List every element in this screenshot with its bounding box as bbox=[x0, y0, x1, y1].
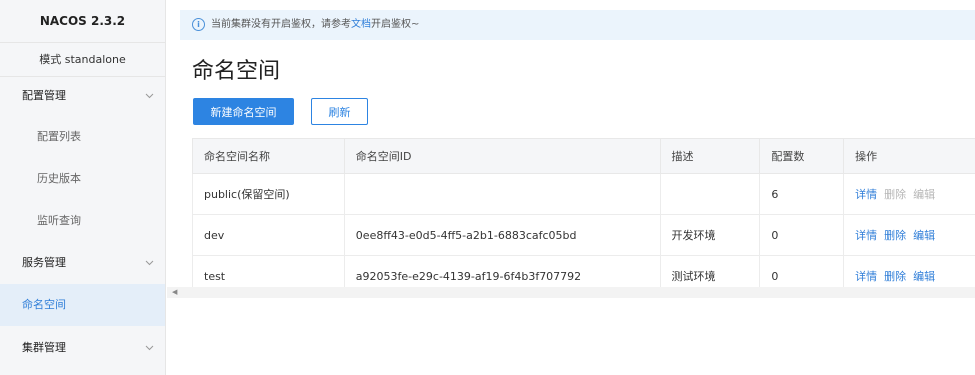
namespace-id: 0ee8ff43-e0d5-4ff5-a2b1-6883cafc05bd bbox=[343, 214, 661, 256]
row-actions: 详情 删除 编辑 bbox=[843, 214, 975, 256]
delete-link[interactable]: 删除 bbox=[884, 270, 906, 283]
notice-text-after: 开启鉴权~ bbox=[371, 19, 420, 30]
sidebar-group-config[interactable]: 配置管理 bbox=[0, 76, 165, 116]
sidebar-group-cluster[interactable]: 集群管理 bbox=[0, 328, 165, 368]
namespace-desc: 开发环境 bbox=[659, 214, 761, 256]
namespace-id bbox=[343, 173, 661, 215]
mode-label: 模式 standalone bbox=[0, 43, 165, 77]
detail-link[interactable]: 详情 bbox=[855, 270, 877, 283]
sidebar-item-config-list[interactable]: 配置列表 bbox=[0, 116, 165, 158]
namespace-desc bbox=[659, 173, 761, 215]
app-title: NACOS 2.3.2 bbox=[0, 0, 165, 43]
namespace-name: dev bbox=[192, 214, 345, 256]
sidebar-group-service[interactable]: 服务管理 bbox=[0, 243, 165, 283]
new-namespace-button[interactable]: 新建命名空间 bbox=[193, 98, 294, 125]
config-count: 6 bbox=[759, 173, 845, 215]
namespace-name: public(保留空间) bbox=[192, 173, 345, 215]
edit-link[interactable]: 编辑 bbox=[913, 270, 935, 283]
edit-link[interactable]: 编辑 bbox=[913, 229, 935, 242]
sidebar-group-label: 服务管理 bbox=[22, 256, 66, 269]
detail-link[interactable]: 详情 bbox=[855, 229, 877, 242]
table-header-row: 命名空间名称 命名空间ID 描述 配置数 操作 bbox=[192, 138, 975, 174]
row-actions: 详情 删除 编辑 bbox=[843, 173, 975, 215]
docs-link[interactable]: 文档 bbox=[351, 19, 371, 30]
detail-link[interactable]: 详情 bbox=[855, 188, 877, 201]
sidebar: NACOS 2.3.2 模式 standalone 配置管理 配置列表 历史版本… bbox=[0, 0, 166, 375]
delete-link-disabled: 删除 bbox=[884, 188, 907, 201]
horizontal-scrollbar[interactable]: ◀ bbox=[167, 287, 975, 298]
refresh-button[interactable]: 刷新 bbox=[311, 98, 368, 125]
notice-text-before: 当前集群没有开启鉴权，请参考 bbox=[211, 19, 351, 30]
sidebar-group-label: 集群管理 bbox=[22, 341, 66, 354]
sidebar-group-label: 配置管理 bbox=[22, 89, 66, 102]
auth-notice: i 当前集群没有开启鉴权，请参考文档开启鉴权~ bbox=[180, 10, 975, 40]
column-header-count: 配置数 bbox=[759, 138, 845, 174]
column-header-actions: 操作 bbox=[843, 138, 975, 174]
sidebar-item-history[interactable]: 历史版本 bbox=[0, 158, 165, 200]
chevron-down-icon bbox=[144, 243, 154, 283]
chevron-down-icon bbox=[144, 328, 154, 368]
table-row: public(保留空间) 6 详情 删除 编辑 bbox=[192, 173, 975, 215]
column-header-id: 命名空间ID bbox=[343, 138, 661, 174]
namespace-table: 命名空间名称 命名空间ID 描述 配置数 操作 public(保留空间) 6 详… bbox=[192, 138, 975, 297]
delete-link[interactable]: 删除 bbox=[884, 229, 906, 242]
edit-link-disabled: 编辑 bbox=[913, 188, 936, 201]
sidebar-item-listener[interactable]: 监听查询 bbox=[0, 200, 165, 242]
config-count: 0 bbox=[759, 214, 845, 256]
column-header-name: 命名空间名称 bbox=[192, 138, 345, 174]
chevron-down-icon bbox=[144, 76, 154, 116]
table-row: dev 0ee8ff43-e0d5-4ff5-a2b1-6883cafc05bd… bbox=[192, 214, 975, 256]
scroll-left-icon[interactable]: ◀ bbox=[172, 288, 177, 296]
sidebar-item-namespace[interactable]: 命名空间 bbox=[0, 284, 165, 326]
page-title: 命名空间 bbox=[192, 59, 281, 84]
column-header-desc: 描述 bbox=[659, 138, 761, 174]
info-icon: i bbox=[192, 17, 205, 31]
